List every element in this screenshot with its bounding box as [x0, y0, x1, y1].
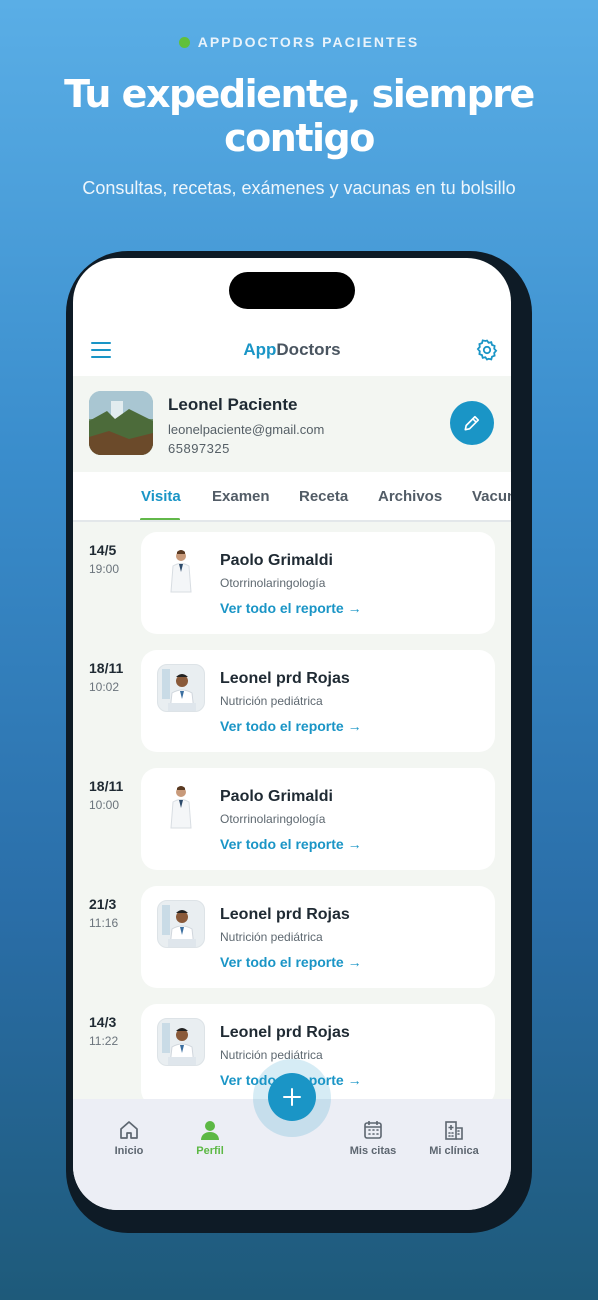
profile-phone: 65897325 — [168, 441, 230, 456]
visit-time: 10:02 — [89, 680, 120, 694]
app-bar: AppDoctors — [73, 330, 511, 374]
nav-label: Mi clínica — [429, 1145, 479, 1157]
profile-avatar — [89, 391, 153, 455]
visit-row: 14/5 19:00 Paolo Grimaldi Otorrinolaring… — [73, 532, 511, 646]
visit-time: 19:00 — [89, 562, 120, 576]
visit-time: 11:16 — [89, 916, 119, 930]
profile-email: leonelpaciente@gmail.com — [168, 422, 325, 437]
pencil-icon — [464, 415, 480, 431]
visit-card[interactable]: Leonel prd Rojas Nutrición pediátrica Ve… — [141, 650, 495, 752]
visit-card[interactable]: Paolo Grimaldi Otorrinolaringología Ver … — [141, 768, 495, 870]
visit-date: 18/11 — [89, 660, 124, 676]
doctor-avatar — [157, 1018, 205, 1066]
nav-mi-clinica[interactable]: Mi clínica — [414, 1119, 494, 1157]
doctor-avatar — [157, 782, 205, 830]
phone-frame: AppDoctors Leonel Paciente leonelpacient… — [66, 251, 532, 1233]
app-badge: APPDOCTORS PACIENTES — [0, 34, 598, 50]
doctor-specialty: Nutrición pediátrica — [220, 694, 323, 708]
visit-row: 18/11 10:02 Leonel prd Rojas Nutrición p… — [73, 650, 511, 764]
tab-visita[interactable]: Visita — [141, 488, 181, 505]
headline: Tu expediente, siempre contigo — [64, 72, 535, 160]
add-button[interactable] — [268, 1073, 316, 1121]
visit-date: 14/3 — [89, 1014, 117, 1030]
badge-label: APPDOCTORS PACIENTES — [197, 34, 420, 50]
phone-screen: AppDoctors Leonel Paciente leonelpacient… — [73, 258, 511, 1210]
app-title: AppDoctors — [73, 340, 511, 360]
visit-row: 18/11 10:00 Paolo Grimaldi Otorrinolarin… — [73, 768, 511, 882]
doctor-name: Leonel prd Rojas — [220, 906, 350, 923]
nav-perfil[interactable]: Perfil — [170, 1119, 250, 1157]
visit-time: 11:22 — [89, 1034, 119, 1048]
dynamic-island — [229, 272, 355, 309]
doctor-specialty: Nutrición pediátrica — [220, 1048, 323, 1062]
nav-mis-citas[interactable]: Mis citas — [333, 1119, 413, 1157]
tab-receta[interactable]: Receta — [299, 488, 348, 505]
calendar-icon — [364, 1121, 382, 1139]
doctor-name: Leonel prd Rojas — [220, 1024, 350, 1041]
person-icon — [201, 1121, 219, 1140]
view-report-link[interactable]: Ver todo el reporte → — [220, 600, 362, 616]
doctor-specialty: Otorrinolaringología — [220, 812, 326, 826]
tab-archivos[interactable]: Archivos — [378, 488, 442, 505]
visit-row: 21/3 11:16 Leonel prd Rojas Nutrición pe… — [73, 886, 511, 1000]
nav-inicio[interactable]: Inicio — [89, 1119, 169, 1157]
doctor-name: Leonel prd Rojas — [220, 670, 350, 687]
subtitle: Consultas, recetas, exámenes y vacunas e… — [82, 178, 516, 198]
visit-card[interactable]: Leonel prd Rojas Nutrición pediátrica Ve… — [141, 886, 495, 988]
home-icon — [120, 1121, 138, 1139]
view-report-link[interactable]: Ver todo el reporte → — [220, 718, 362, 734]
nav-label: Inicio — [114, 1145, 144, 1157]
app-title-accent: App — [243, 340, 277, 359]
doctor-name: Paolo Grimaldi — [220, 788, 333, 805]
green-dot-icon — [178, 36, 190, 48]
doctor-avatar — [157, 546, 205, 594]
hospital-icon — [445, 1121, 463, 1140]
tab-vacunas[interactable]: Vacunas — [472, 488, 511, 505]
settings-gear-icon[interactable] — [475, 338, 499, 362]
doctor-name: Paolo Grimaldi — [220, 552, 333, 569]
doctor-avatar — [157, 900, 205, 948]
visit-card[interactable]: Paolo Grimaldi Otorrinolaringología Ver … — [141, 532, 495, 634]
doctor-specialty: Otorrinolaringología — [220, 576, 326, 590]
tab-examen[interactable]: Examen — [212, 488, 270, 505]
tab-bar: Visita Examen Receta Archivos Vacunas — [73, 472, 511, 522]
visits-list: 14/5 19:00 Paolo Grimaldi Otorrinolaring… — [73, 522, 511, 1099]
profile-name: Leonel Paciente — [168, 395, 298, 414]
visit-date: 21/3 — [89, 896, 117, 912]
active-tab-indicator — [140, 518, 180, 520]
visit-date: 14/5 — [89, 542, 117, 558]
app-title-rest: Doctors — [276, 340, 341, 359]
doctor-specialty: Nutrición pediátrica — [220, 930, 323, 944]
view-report-link[interactable]: Ver todo el reporte → — [220, 836, 362, 852]
profile-header: Leonel Paciente leonelpaciente@gmail.com… — [73, 376, 511, 472]
bottom-navigation: Inicio Perfil Mis citas Mi clínica — [73, 1059, 511, 1210]
nav-label: Perfil — [196, 1145, 224, 1157]
doctor-avatar — [157, 664, 205, 712]
visit-date: 18/11 — [89, 778, 124, 794]
plus-icon — [283, 1088, 301, 1106]
nav-label: Mis citas — [349, 1145, 397, 1157]
view-report-link[interactable]: Ver todo el reporte → — [220, 954, 362, 970]
edit-profile-button[interactable] — [450, 401, 494, 445]
visit-time: 10:00 — [89, 798, 120, 812]
